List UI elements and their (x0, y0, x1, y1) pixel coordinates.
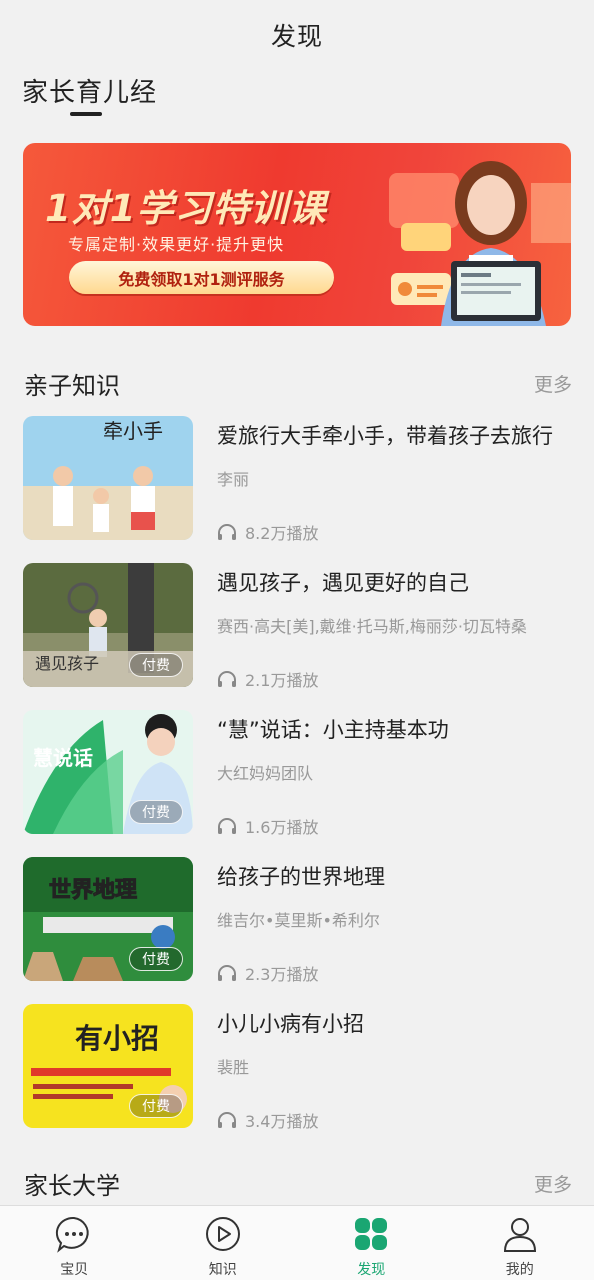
nav-item-discover[interactable]: 发现 (297, 1206, 446, 1280)
cover-text: 慧说话 (33, 746, 93, 770)
more-link[interactable]: 更多 (534, 370, 572, 397)
book-cover: 遇见孩子 付费 (23, 563, 193, 687)
tab-bar: 家长育儿经 (22, 72, 157, 116)
book-cover: 慧说话 付费 (23, 710, 193, 834)
cover-text: 牵小手 (103, 419, 163, 443)
play-count-label: 2.1万播放 (245, 671, 319, 690)
section-title: 家长大学 (24, 1172, 120, 1200)
paid-badge: 付费 (129, 1094, 183, 1118)
item-info: “慧”说话：小主持基本功 大红妈妈团队 1.6万播放 (217, 710, 571, 838)
nav-label: 发现 (357, 1262, 386, 1278)
section-header-parent-university: 家长大学 更多 (24, 1166, 572, 1200)
list-item[interactable]: 牵小手 爱旅行大手牵小手，带着孩子去旅行 李丽 8.2万播放 (23, 416, 571, 544)
item-title: 小儿小病有小招 (217, 1012, 364, 1036)
headphones-icon (218, 524, 236, 540)
banner-subtitle: 专属定制·效果更好·提升更快 (68, 235, 285, 254)
nav-label: 我的 (505, 1262, 534, 1278)
cover-text: 世界地理 (49, 878, 137, 903)
item-title: “慧”说话：小主持基本功 (217, 718, 449, 742)
bottom-navigation: 宝贝 知识 发现 我的 (0, 1205, 594, 1280)
nav-label: 知识 (208, 1262, 237, 1278)
play-count: 2.3万播放 (217, 961, 318, 985)
section-title: 亲子知识 (24, 372, 120, 400)
play-count: 2.1万播放 (217, 667, 318, 691)
banner-cta-button[interactable]: 免费领取1对1测评服务 (69, 261, 334, 294)
person-icon (503, 1218, 536, 1252)
play-count-label: 8.2万播放 (245, 524, 319, 543)
tab-parenting[interactable]: 家长育儿经 (22, 72, 157, 109)
item-author: 大红妈妈团队 (217, 764, 314, 783)
item-title: 给孩子的世界地理 (217, 865, 385, 889)
headphones-icon (218, 671, 236, 687)
play-count: 8.2万播放 (217, 520, 318, 544)
top-bar: 发现 (0, 0, 594, 70)
book-cover: 牵小手 (23, 416, 193, 540)
section-header-parenting: 亲子知识 更多 (24, 366, 572, 400)
headphones-icon (218, 965, 236, 981)
item-title: 遇见孩子，遇见更好的自己 (217, 571, 469, 595)
paid-badge: 付费 (129, 653, 183, 677)
book-cover: 世界地理 付费 (23, 857, 193, 981)
headphones-icon (218, 1112, 236, 1128)
tab-active-indicator (70, 112, 102, 116)
list-item[interactable]: 遇见孩子 付费 遇见孩子，遇见更好的自己 赛西·高夫[美],戴维·托马斯,梅丽莎… (23, 563, 571, 691)
paid-badge: 付费 (129, 947, 183, 971)
play-count-label: 1.6万播放 (245, 818, 319, 837)
nav-item-baby[interactable]: 宝贝 (0, 1206, 149, 1280)
cover-text: 遇见孩子 (35, 654, 99, 673)
item-info: 遇见孩子，遇见更好的自己 赛西·高夫[美],戴维·托马斯,梅丽莎·切瓦特桑 2.… (217, 563, 571, 691)
list-item[interactable]: 有小招 付费 小儿小病有小招 裴胜 3.4万播放 (23, 1004, 571, 1132)
banner-title: 1对1学习特训课 (45, 187, 327, 230)
page-title: 发现 (270, 22, 323, 51)
nav-item-me[interactable]: 我的 (446, 1206, 594, 1280)
four-petal-icon (355, 1218, 388, 1250)
item-author: 裴胜 (217, 1058, 250, 1077)
item-title: 爱旅行大手牵小手，带着孩子去旅行 (217, 424, 553, 448)
item-author: 李丽 (217, 470, 250, 489)
list-item[interactable]: 慧说话 付费 “慧”说话：小主持基本功 大红妈妈团队 1.6万播放 (23, 710, 571, 838)
cover-text: 有小招 (75, 1022, 159, 1055)
play-count-label: 2.3万播放 (245, 965, 319, 984)
list-item[interactable]: 世界地理 付费 给孩子的世界地理 维吉尔•莫里斯•希利尔 2.3万播放 (23, 857, 571, 985)
nav-item-knowledge[interactable]: 知识 (149, 1206, 298, 1280)
more-link[interactable]: 更多 (534, 1170, 572, 1197)
paid-badge: 付费 (129, 800, 183, 824)
banner-teacher-illustration (389, 161, 571, 326)
play-count: 3.4万播放 (217, 1108, 318, 1132)
play-count: 1.6万播放 (217, 814, 318, 838)
book-cover: 有小招 付费 (23, 1004, 193, 1128)
promo-banner[interactable]: 1对1学习特训课 专属定制·效果更好·提升更快 免费领取1对1测评服务 (23, 143, 571, 326)
chat-bubble-icon (56, 1216, 89, 1253)
headphones-icon (218, 818, 236, 834)
item-info: 爱旅行大手牵小手，带着孩子去旅行 李丽 8.2万播放 (217, 416, 571, 544)
item-author: 维吉尔•莫里斯•希利尔 (217, 911, 380, 930)
item-author: 赛西·高夫[美],戴维·托马斯,梅丽莎·切瓦特桑 (217, 617, 527, 636)
item-info: 小儿小病有小招 裴胜 3.4万播放 (217, 1004, 571, 1132)
nav-label: 宝贝 (60, 1262, 89, 1278)
play-count-label: 3.4万播放 (245, 1112, 319, 1131)
play-circle-icon (205, 1217, 240, 1251)
item-info: 给孩子的世界地理 维吉尔•莫里斯•希利尔 2.3万播放 (217, 857, 571, 985)
